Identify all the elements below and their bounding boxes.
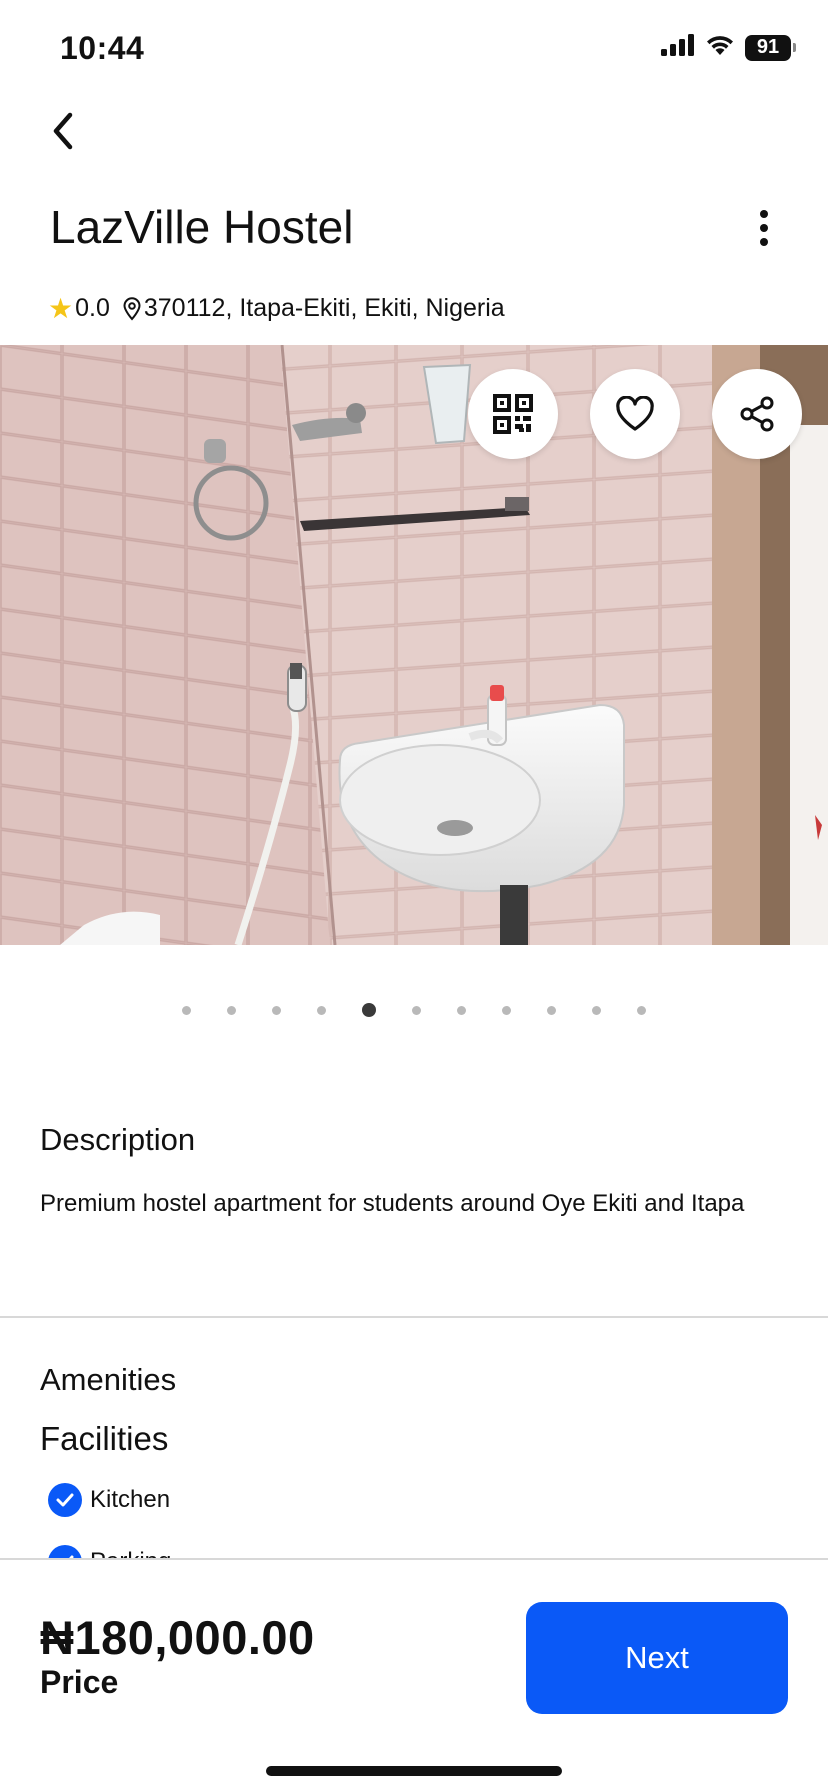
amenity-label: Kitchen — [90, 1486, 171, 1513]
next-button[interactable]: Next — [526, 1602, 788, 1714]
home-indicator — [266, 1766, 562, 1776]
pagination-dot[interactable] — [317, 1005, 326, 1015]
pagination-dot[interactable] — [182, 1005, 191, 1015]
pagination-dot-active[interactable] — [362, 1003, 376, 1017]
amenities-heading: Amenities — [40, 1362, 177, 1397]
location-pin-icon — [122, 296, 142, 321]
listing-meta: ★ 0.0 370112, Itapa-Ekiti, Ekiti, Nigeri… — [48, 292, 505, 325]
status-bar: 10:44 91 — [0, 0, 828, 100]
page-title: LazVille Hostel — [50, 201, 354, 253]
more-vertical-icon — [760, 210, 768, 246]
heart-icon — [616, 396, 654, 431]
star-icon: ★ — [48, 293, 74, 324]
pagination-dot[interactable] — [272, 1005, 281, 1015]
pagination-dot[interactable] — [547, 1005, 556, 1015]
description-heading: Description — [40, 1122, 196, 1157]
bathroom-photo — [0, 345, 828, 945]
status-icons: 91 — [661, 34, 796, 61]
check-circle-icon — [48, 1483, 82, 1517]
price-value: ₦180,000.00 — [40, 1611, 315, 1664]
description-text: Premium hostel apartment for students ar… — [40, 1190, 745, 1217]
address-text: 370112, Itapa-Ekiti, Ekiti, Nigeria — [143, 294, 505, 322]
pagination-dot[interactable] — [502, 1005, 511, 1015]
amenity-item: Kitchen — [48, 1483, 170, 1517]
photo-gallery[interactable] — [0, 345, 828, 945]
gallery-pagination[interactable] — [0, 1003, 828, 1017]
cellular-signal-icon — [661, 34, 695, 61]
share-button[interactable] — [712, 369, 802, 459]
bottom-action-bar: ₦180,000.00 Price Next — [0, 1558, 828, 1792]
chevron-left-icon — [53, 112, 73, 150]
battery-icon: 91 — [745, 34, 796, 61]
pagination-dot[interactable] — [457, 1005, 466, 1015]
qr-code-icon — [493, 394, 533, 434]
price-label: Price — [40, 1664, 119, 1700]
share-icon — [740, 396, 774, 432]
qr-code-button[interactable] — [468, 369, 558, 459]
more-options-button[interactable] — [744, 206, 784, 250]
pagination-dot[interactable] — [412, 1005, 421, 1015]
rating-value: 0.0 — [75, 294, 110, 322]
facilities-heading: Facilities — [40, 1420, 169, 1457]
pagination-dot[interactable] — [637, 1005, 646, 1015]
battery-level: 91 — [745, 34, 791, 61]
favorite-button[interactable] — [590, 369, 680, 459]
divider — [0, 1316, 828, 1318]
wifi-icon — [705, 34, 735, 61]
status-time: 10:44 — [60, 30, 145, 66]
back-button[interactable] — [38, 106, 88, 156]
pagination-dot[interactable] — [227, 1005, 236, 1015]
pagination-dot[interactable] — [592, 1005, 601, 1015]
